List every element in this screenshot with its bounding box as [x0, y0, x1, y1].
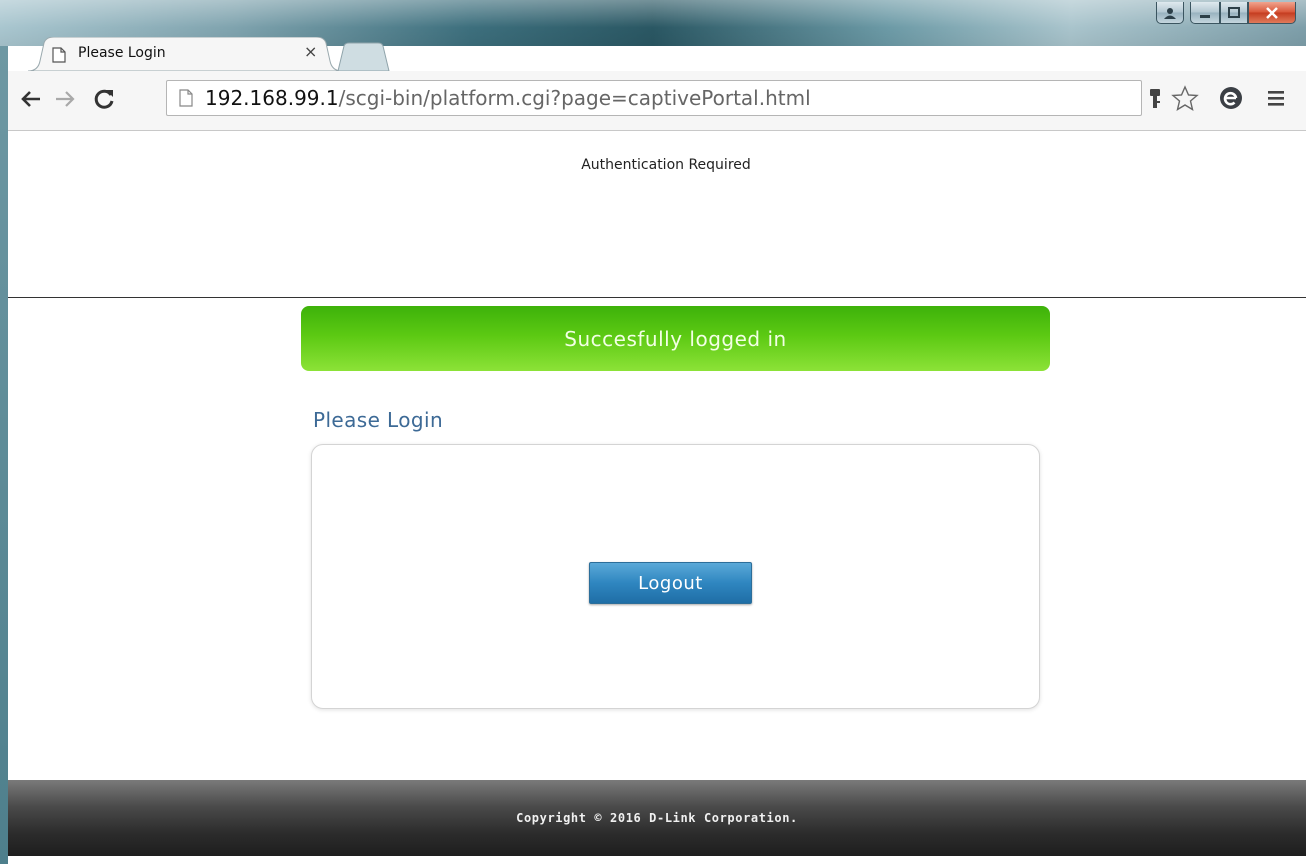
extension-icon[interactable] — [1218, 85, 1244, 111]
key-icon[interactable] — [1148, 88, 1162, 110]
page-header-title: Authentication Required — [581, 157, 751, 173]
url-host: 192.168.99.1 — [205, 86, 339, 110]
forward-icon[interactable] — [54, 89, 76, 109]
reload-icon[interactable] — [92, 87, 116, 111]
copyright-text: Copyright © 2016 D-Link Corporation. — [516, 811, 798, 825]
tab-close-icon[interactable]: × — [304, 44, 317, 60]
page-icon — [179, 89, 193, 107]
user-profile-button[interactable] — [1156, 2, 1184, 24]
menu-icon[interactable] — [1266, 89, 1286, 107]
tab-please-login[interactable]: Please Login × — [28, 37, 342, 71]
page-icon — [52, 47, 66, 63]
window-controls — [1156, 2, 1296, 24]
login-heading: Please Login — [313, 408, 444, 432]
back-icon[interactable] — [20, 89, 42, 109]
header-divider — [8, 297, 1306, 298]
close-window-button[interactable] — [1248, 2, 1296, 24]
maximize-icon — [1228, 6, 1240, 18]
page-footer: Copyright © 2016 D-Link Corporation. — [8, 780, 1306, 856]
minimize-button[interactable] — [1190, 2, 1220, 24]
url-path: /scgi-bin/platform.cgi?page=captivePorta… — [338, 86, 811, 110]
close-icon — [1266, 6, 1278, 19]
maximize-button[interactable] — [1220, 2, 1248, 24]
new-tab-button[interactable] — [334, 42, 390, 71]
minimize-icon — [1200, 14, 1210, 18]
user-icon — [1164, 7, 1176, 19]
success-banner: Succesfully logged in — [301, 306, 1050, 371]
bottom-strip — [8, 856, 1306, 864]
address-bar[interactable]: 192.168.99.1/scgi-bin/platform.cgi?page=… — [166, 80, 1142, 116]
tab-shape — [28, 37, 342, 71]
tab-title: Please Login — [78, 45, 166, 61]
logout-button[interactable]: Logout — [589, 562, 752, 604]
star-icon[interactable] — [1171, 85, 1199, 111]
url-text: 192.168.99.1/scgi-bin/platform.cgi?page=… — [205, 86, 811, 110]
browser-toolbar: 192.168.99.1/scgi-bin/platform.cgi?page=… — [8, 71, 1306, 131]
